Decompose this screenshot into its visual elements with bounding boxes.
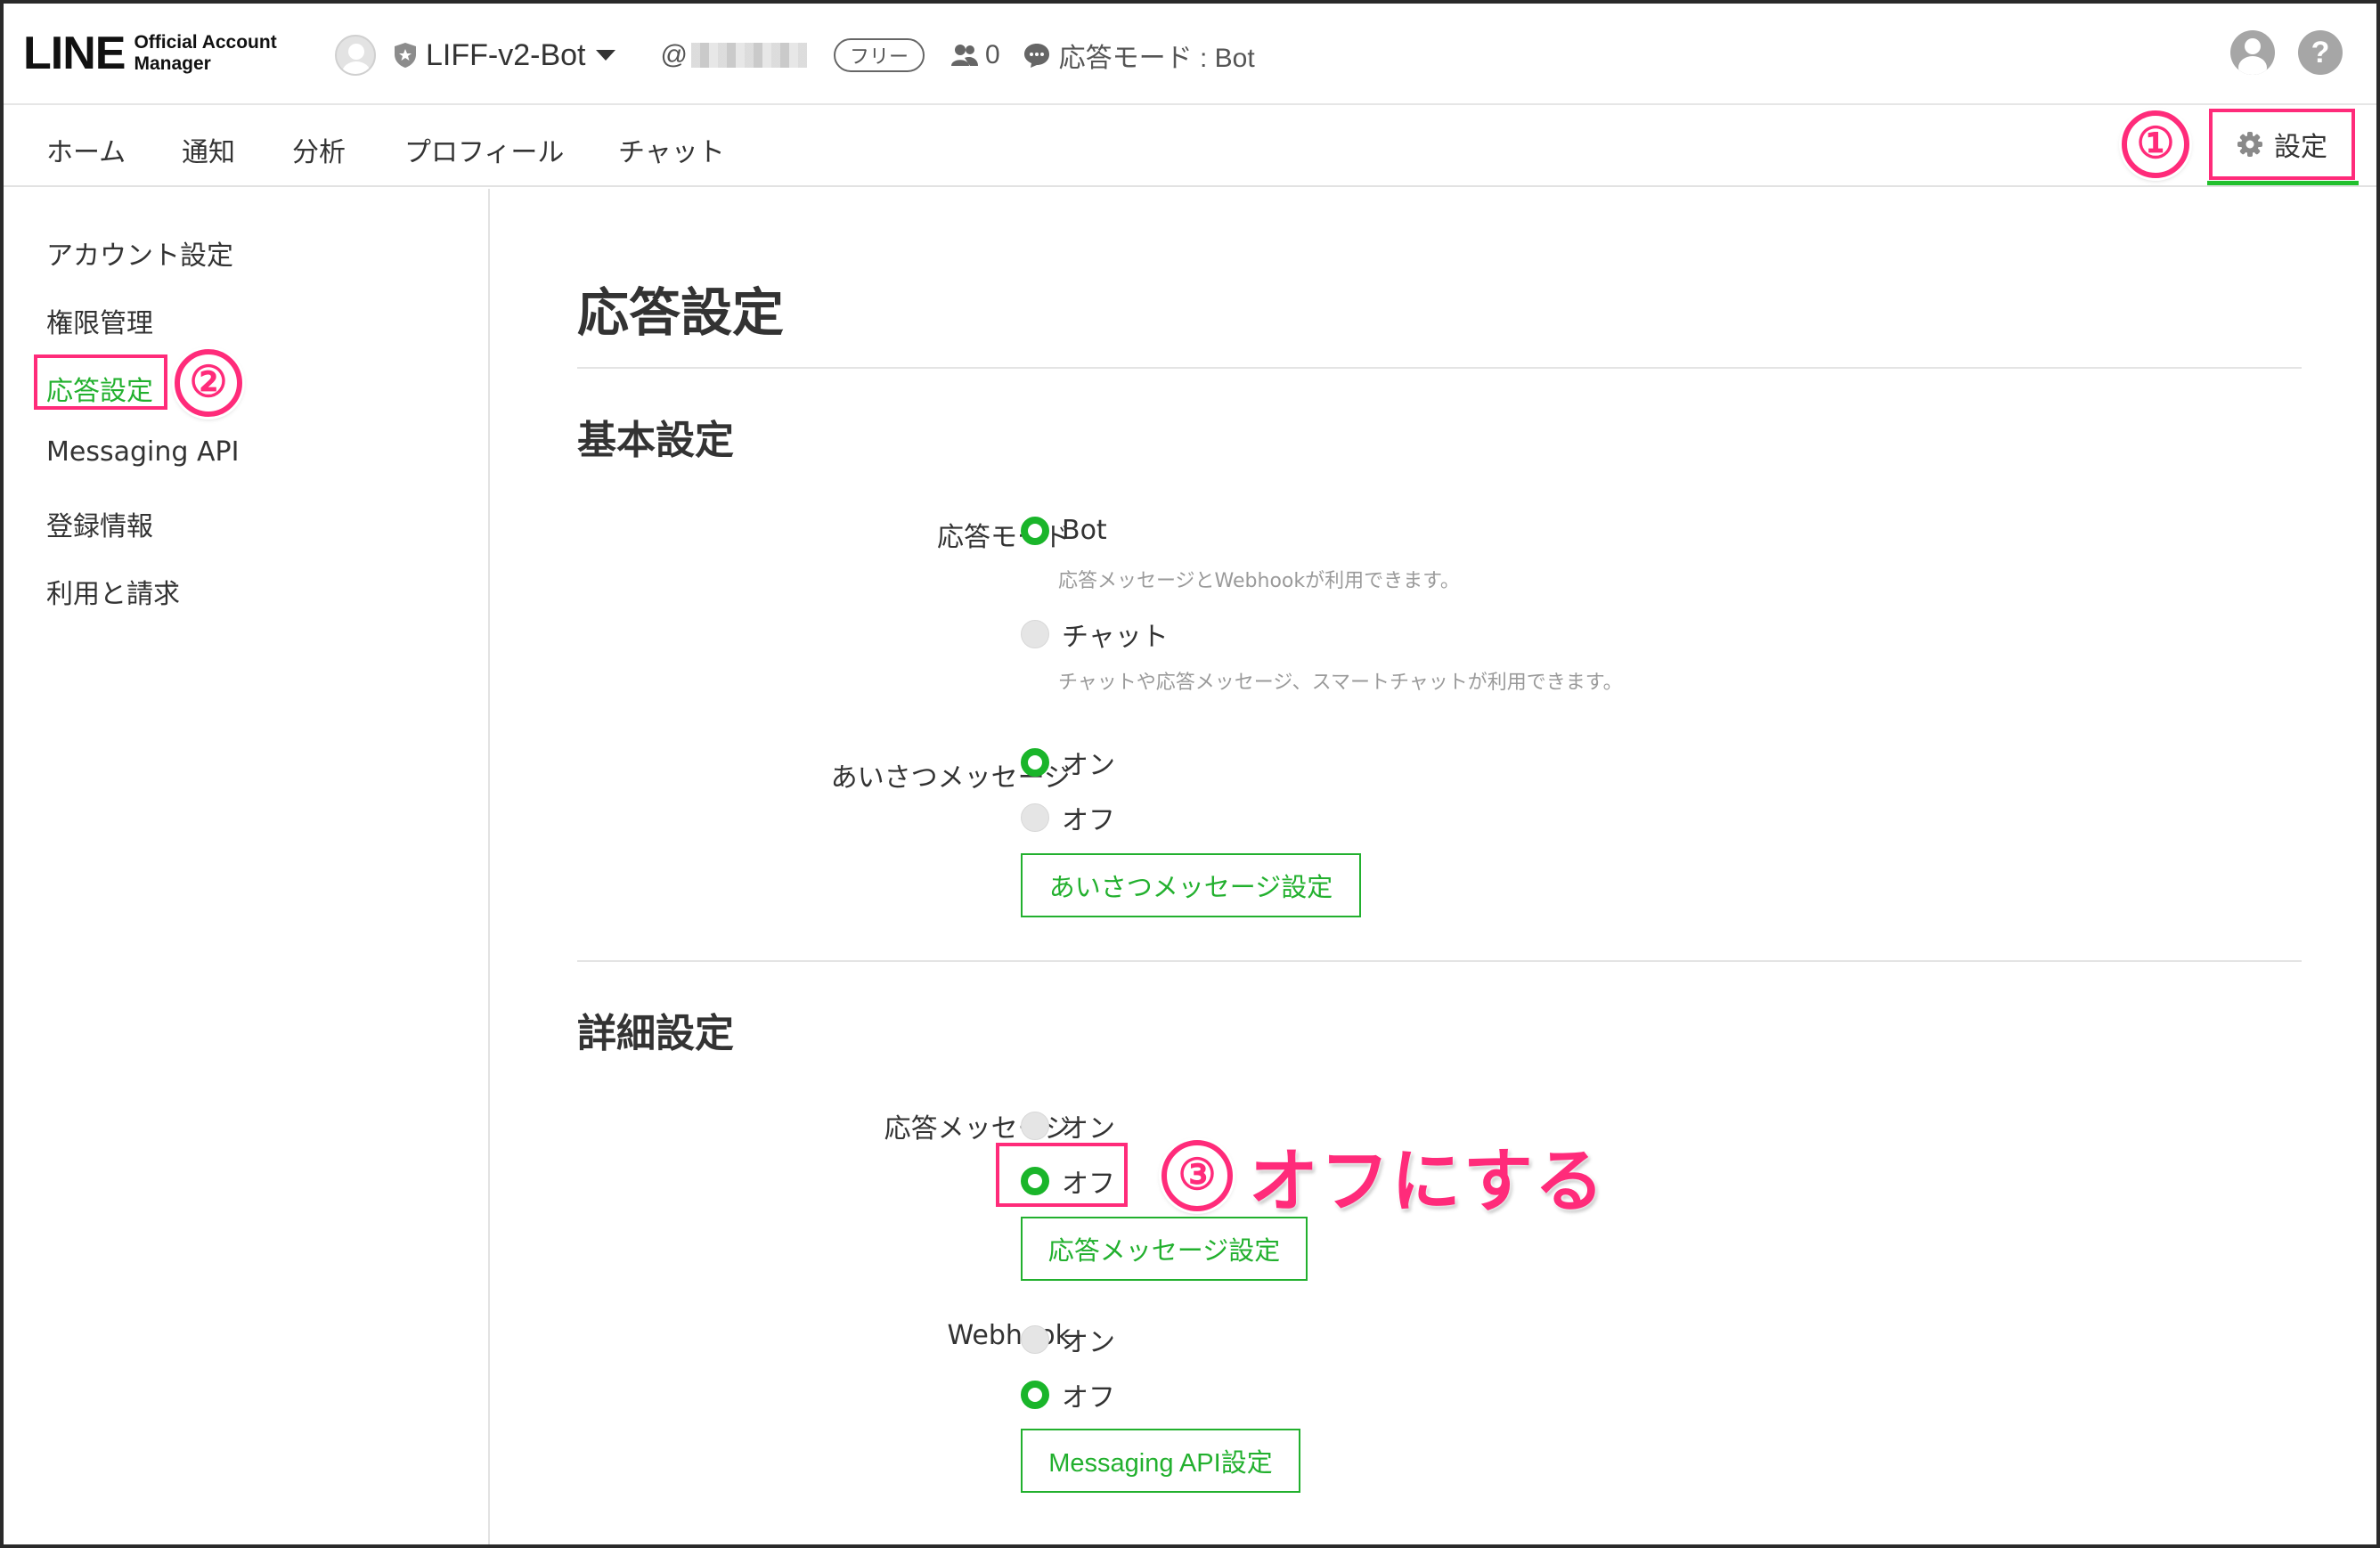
top-header: LINE Official Account Manager LIFF-v2-Bo… xyxy=(4,4,2376,105)
account-switcher[interactable]: LIFF-v2-Bot @ フリー 0 応答モード : Bot xyxy=(335,32,1255,78)
chat-bubble-icon xyxy=(1023,44,1049,68)
user-icon[interactable] xyxy=(2230,30,2275,75)
advanced-section-title: 詳細設定 xyxy=(577,1011,734,1056)
settings-active-indicator xyxy=(2207,181,2359,185)
radio-auto-reply-on-label: オン xyxy=(1062,1113,1115,1145)
logo-main: LINE xyxy=(23,28,126,79)
section-divider xyxy=(577,960,2302,962)
radio-mode-chat-label: チャット xyxy=(1062,622,1169,653)
basic-section-title: 基本設定 xyxy=(577,418,734,463)
greeting-settings-button[interactable]: あいさつメッセージ設定 xyxy=(1021,853,1361,917)
radio-selected-icon xyxy=(1021,1381,1049,1409)
line-logo[interactable]: LINE Official Account Manager xyxy=(23,27,277,80)
radio-unselected-icon xyxy=(1021,620,1049,648)
step3-callout: ③ オフにする xyxy=(1161,1126,1606,1226)
nav-chat[interactable]: チャット xyxy=(618,130,725,169)
settings-label: 設定 xyxy=(2274,132,2327,163)
radio-greeting-off[interactable]: オフ xyxy=(1021,798,1115,837)
nav-profile[interactable]: プロフィール xyxy=(404,130,564,169)
nav-notifications[interactable]: 通知 xyxy=(182,130,235,169)
gear-icon xyxy=(2237,132,2262,157)
step2-highlight xyxy=(34,354,167,410)
radio-greeting-on-label: オン xyxy=(1062,750,1115,781)
step2-badge: ② xyxy=(175,349,242,417)
step3-badge: ③ xyxy=(1161,1140,1233,1211)
sidebar-item-messaging-api[interactable]: Messaging API xyxy=(46,436,239,468)
radio-selected-icon xyxy=(1021,748,1049,777)
radio-mode-chat[interactable]: チャット xyxy=(1021,615,1169,654)
page-title: 応答設定 xyxy=(577,282,785,343)
account-avatar xyxy=(335,35,376,76)
main-content: 応答設定 基本設定 応答モード Bot 応答メッセージとWebhookが利用でき… xyxy=(492,189,2376,1544)
logo-sub: Official Account Manager xyxy=(134,32,277,74)
friends-count: 0 xyxy=(950,40,1000,70)
radio-mode-bot-label: Bot xyxy=(1062,515,1107,546)
friends-icon xyxy=(950,45,978,66)
friends-count-value: 0 xyxy=(984,40,1000,69)
title-divider xyxy=(577,367,2302,369)
radio-webhook-on[interactable]: オン xyxy=(1021,1320,1115,1359)
radio-mode-bot[interactable]: Bot xyxy=(1021,515,1107,546)
step3-highlight xyxy=(996,1143,1128,1207)
sidebar-item-billing[interactable]: 利用と請求 xyxy=(46,572,180,611)
mode-bot-hint: 応答メッセージとWebhookが利用できます。 xyxy=(1058,570,1460,592)
step1-badge: ① xyxy=(2122,110,2189,178)
plan-badge: フリー xyxy=(833,38,925,72)
radio-webhook-off[interactable]: オフ xyxy=(1021,1375,1115,1414)
auto-reply-settings-button[interactable]: 応答メッセージ設定 xyxy=(1021,1217,1308,1281)
sidebar-item-registration[interactable]: 登録情報 xyxy=(46,504,153,543)
account-name: LIFF-v2-Bot xyxy=(426,37,586,72)
nav-settings[interactable]: 設定 xyxy=(2209,109,2355,180)
help-icon[interactable]: ? xyxy=(2298,30,2343,75)
sidebar-item-permissions[interactable]: 権限管理 xyxy=(46,301,153,340)
nav-analytics[interactable]: 分析 xyxy=(292,130,346,169)
radio-unselected-icon xyxy=(1021,1325,1049,1354)
shield-icon xyxy=(395,43,416,68)
step3-text: オフにする xyxy=(1249,1142,1606,1222)
sidebar-item-account[interactable]: アカウント設定 xyxy=(46,233,233,273)
chevron-down-icon[interactable] xyxy=(596,50,616,61)
account-id-prefix: @ xyxy=(660,40,688,69)
radio-webhook-off-label: オフ xyxy=(1062,1382,1115,1414)
mode-chat-hint: チャットや応答メッセージ、スマートチャットが利用できます。 xyxy=(1058,672,1623,694)
radio-unselected-icon xyxy=(1021,803,1049,832)
account-id-blurred xyxy=(690,43,807,68)
radio-unselected-icon xyxy=(1021,1112,1049,1140)
radio-greeting-off-label: オフ xyxy=(1062,805,1115,836)
messaging-api-settings-button[interactable]: Messaging API設定 xyxy=(1021,1429,1300,1493)
mode-status-text: 応答モード : Bot xyxy=(1058,44,1255,73)
account-id: @ xyxy=(660,40,807,70)
radio-webhook-on-label: オン xyxy=(1062,1327,1115,1358)
radio-greeting-on[interactable]: オン xyxy=(1021,743,1115,782)
main-nav: ホーム 通知 分析 プロフィール チャット ① 設定 xyxy=(4,105,2376,187)
radio-selected-icon xyxy=(1021,516,1049,545)
nav-home[interactable]: ホーム xyxy=(46,130,126,169)
mode-status: 応答モード : Bot xyxy=(1023,36,1255,75)
sidebar: アカウント設定 権限管理 応答設定 ② Messaging API 登録情報 利… xyxy=(4,189,490,1544)
radio-auto-reply-on[interactable]: オン xyxy=(1021,1106,1115,1145)
